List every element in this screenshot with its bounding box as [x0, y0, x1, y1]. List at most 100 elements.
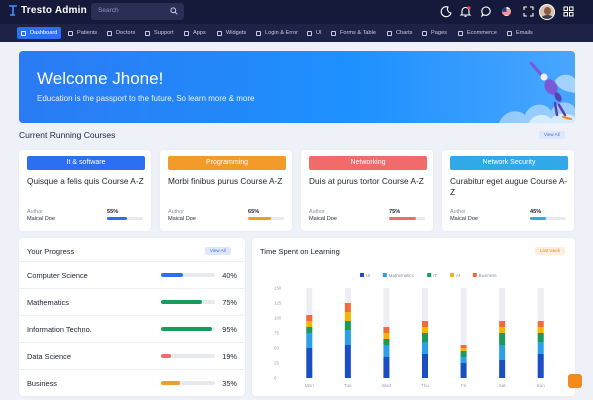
bar-segment [383, 345, 390, 357]
bar-segment [460, 363, 467, 378]
brand-name: Tresto Admin [21, 5, 87, 16]
legend-swatch [360, 273, 364, 277]
bar-segment [537, 327, 544, 333]
grid-icon[interactable] [562, 5, 575, 18]
bar-segment [537, 333, 544, 342]
nav-pages[interactable]: Pages [418, 27, 451, 39]
course-card[interactable]: It & software Quisque a felis quis Cours… [19, 150, 151, 231]
bar-segment [344, 345, 351, 378]
subject-progress-bar [161, 327, 215, 331]
bar-segment [306, 348, 313, 378]
bar-segment [306, 321, 313, 327]
bar-segment [499, 321, 506, 327]
nav-ui[interactable]: UI [303, 27, 326, 39]
author-name: Maical Doe [450, 216, 478, 222]
legend-label: UI [366, 273, 370, 278]
moon-icon[interactable] [440, 5, 453, 18]
course-card[interactable]: Programming Morbi finibus purus Course A… [160, 150, 292, 231]
subject-progress-fill [161, 381, 180, 385]
nav-dashboard[interactable]: Dashboard [17, 27, 62, 39]
progress-row: Information Techno. 95% [19, 315, 245, 342]
subject-progress-fill [161, 354, 172, 358]
bar-segment [422, 333, 428, 342]
pages-icon [422, 30, 427, 36]
main-nav: Dashboard Patients Doctors Support Apps … [0, 24, 593, 42]
bar-segment [460, 348, 467, 351]
nav-support[interactable]: Support [141, 27, 178, 39]
nav-emails[interactable]: Emails [503, 27, 537, 39]
bell-icon[interactable] [459, 5, 472, 18]
bar-segment [344, 321, 351, 330]
bar-segment [383, 339, 390, 345]
subject-progress-value: 40% [222, 271, 237, 280]
welcome-subtitle: Education is the passport to the future,… [37, 94, 255, 103]
subject-progress-fill [161, 273, 183, 277]
author-label: Author [450, 209, 466, 215]
bar-segment [499, 333, 506, 345]
course-progress-bar [107, 217, 143, 220]
author-name: Maical Doe [309, 216, 337, 222]
legend-label: Mathematics [389, 273, 415, 278]
avatar[interactable] [539, 4, 555, 20]
legend-swatch [450, 273, 454, 277]
subject-progress-bar [161, 300, 215, 304]
fullscreen-icon[interactable] [522, 5, 535, 18]
search-box[interactable]: Search [91, 3, 184, 20]
search-icon[interactable] [170, 7, 178, 15]
doctors-icon [107, 30, 112, 36]
dashboard-icon [21, 30, 26, 36]
course-card[interactable]: Networking Duis at purus tortor Course A… [301, 150, 433, 231]
brand[interactable]: Tresto Admin [8, 5, 87, 16]
course-name[interactable]: Quisque a felis quis Course A-Z [27, 176, 145, 187]
progress-row: Data Science 19% [19, 342, 245, 369]
course-progress-bar [248, 217, 284, 220]
y-tick-label: 75 [274, 331, 279, 336]
course-progress-fill [248, 217, 272, 220]
bar-segment [537, 321, 544, 327]
course-name[interactable]: Curabitur eget augue Course A-Z [450, 176, 568, 197]
legend-label: Business [479, 273, 498, 278]
legend-label: IT [433, 273, 437, 278]
course-name[interactable]: Duis at purus tortor Course A-Z [309, 176, 427, 187]
nav-charts[interactable]: Charts [383, 27, 416, 39]
course-name[interactable]: Morbi finibus purus Course A-Z [168, 176, 286, 187]
nav-ecommerce[interactable]: Ecommerce [454, 27, 501, 39]
chat-icon[interactable] [480, 5, 493, 18]
nav-login-error[interactable]: Login & Error [252, 27, 302, 39]
bar-segment [344, 303, 351, 312]
bar-segment [422, 342, 428, 354]
course-progress-bar [389, 217, 425, 220]
subject-progress-value: 95% [222, 325, 237, 334]
bar-segment [306, 315, 313, 321]
nav-widgets[interactable]: Widgets [213, 27, 250, 39]
progress-view-all-button[interactable]: View All [205, 247, 231, 255]
widgets-icon [217, 30, 222, 36]
bar-segment [422, 354, 428, 378]
course-progress-value: 65% [248, 209, 260, 215]
bar-segment [499, 360, 506, 378]
course-tag: It & software [27, 156, 145, 170]
bar-segment [383, 333, 390, 339]
y-tick-label: 100 [274, 316, 282, 321]
subject-progress-value: 75% [222, 298, 237, 307]
subject-progress-bar [161, 381, 215, 385]
bar-segment [344, 330, 351, 345]
course-tag: Network Security [450, 156, 568, 170]
course-progress-bar [530, 217, 566, 220]
nav-apps[interactable]: Apps [180, 27, 210, 39]
settings-button[interactable] [568, 374, 582, 388]
search-input[interactable]: Search [98, 7, 119, 14]
course-progress-value: 75% [389, 209, 401, 215]
author-label: Author [168, 209, 184, 215]
flag-icon[interactable] [500, 5, 513, 18]
x-tick-label: Thu [421, 383, 429, 388]
bar-segment [422, 327, 428, 333]
nav-patients[interactable]: Patients [64, 27, 101, 39]
legend-label: AI [456, 273, 460, 278]
login-icon [256, 30, 261, 36]
courses-view-all-button[interactable]: View All [539, 131, 565, 139]
nav-doctors[interactable]: Doctors [103, 27, 139, 39]
ui-icon [307, 30, 312, 36]
nav-forms-table[interactable]: Forms & Table [327, 27, 380, 39]
course-card[interactable]: Network Security Curabitur eget augue Co… [442, 150, 574, 231]
